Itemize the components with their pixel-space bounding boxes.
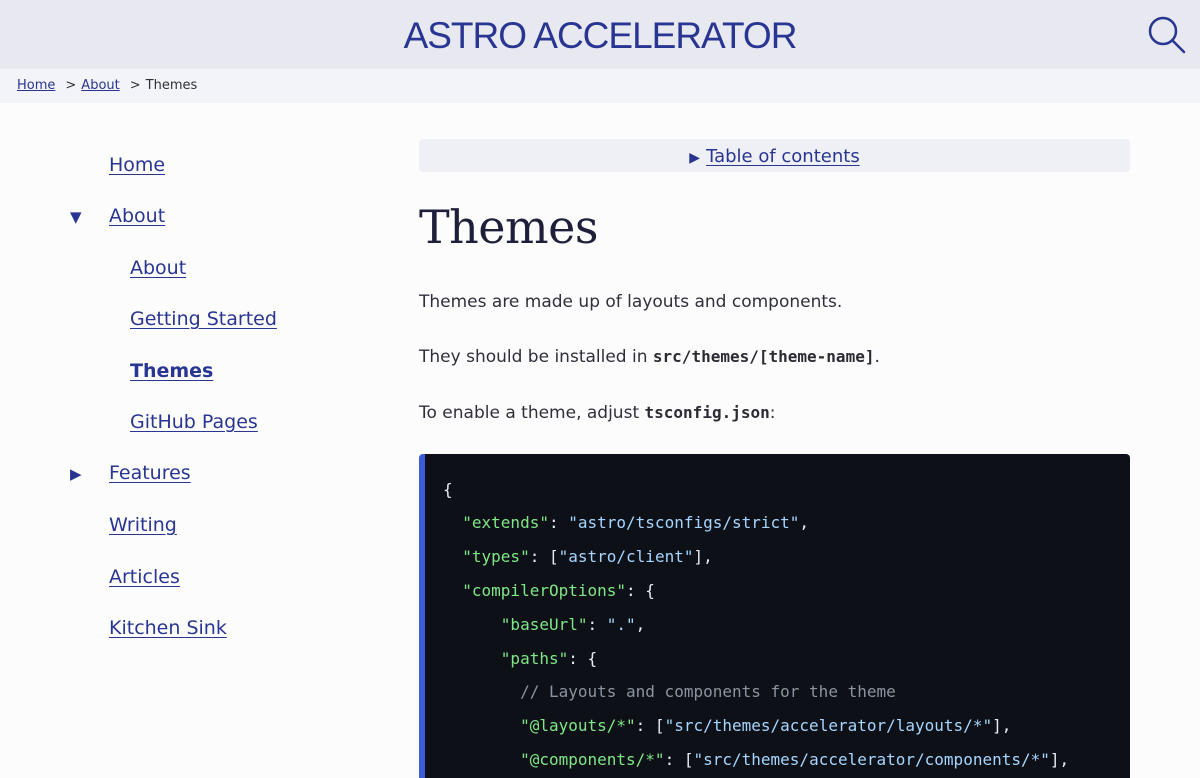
inline-code-file: tsconfig.json (644, 403, 770, 422)
sidebar-item-writing[interactable]: Writing (109, 514, 177, 536)
paragraph-enable: To enable a theme, adjust tsconfig.json: (419, 403, 775, 423)
sidebar-item-features[interactable]: Features (109, 462, 191, 484)
code-line: "compilerOptions": { (462, 581, 655, 600)
code-key: "types" (462, 547, 530, 566)
paragraph-text: To enable a theme, adjust (419, 403, 645, 423)
breadcrumb-separator: > (65, 78, 77, 93)
page-title: Themes (419, 200, 598, 254)
code-string: "astro/tsconfigs/strict" (568, 513, 800, 532)
code-key: "compilerOptions" (462, 581, 627, 600)
code-comment: // Layouts and components for the theme (520, 682, 896, 701)
breadcrumb-separator: > (129, 78, 141, 93)
code-block: { "extends": "astro/tsconfigs/strict", "… (419, 454, 1130, 778)
sidebar-item-about[interactable]: About (109, 205, 165, 227)
collapse-toggle-icon[interactable]: ▶ (70, 465, 82, 483)
code-key: "@components/*" (520, 750, 665, 769)
sidebar-subitem-github-pages[interactable]: GitHub Pages (130, 411, 258, 433)
code-key: "paths" (500, 649, 569, 668)
code-line: "@layouts/*": ["src/themes/accelerator/l… (520, 716, 1012, 735)
code-line: "baseUrl": ".", (500, 615, 646, 634)
breadcrumb-current: Themes (145, 78, 198, 93)
sidebar-item-kitchen-sink[interactable]: Kitchen Sink (109, 617, 227, 639)
paragraph-text: They should be installed in (419, 347, 653, 367)
code-line: "paths": { (500, 649, 598, 668)
paragraph-end: : (769, 403, 776, 423)
code-line: "extends": "astro/tsconfigs/strict", (462, 513, 810, 532)
disclosure-triangle-icon: ▶ (689, 150, 701, 166)
toc-summary-label[interactable]: Table of contents (706, 146, 860, 167)
paragraph-intro: Themes are made up of layouts and compon… (419, 292, 843, 312)
code-string: "." (606, 615, 636, 634)
code-line: // Layouts and components for the theme (443, 682, 896, 701)
paragraph-install: They should be installed in src/themes/[… (419, 347, 880, 367)
sidebar-subitem-about[interactable]: About (130, 257, 186, 279)
breadcrumb-home[interactable]: Home (17, 78, 55, 93)
code-line: "@components/*": ["src/themes/accelerato… (520, 750, 1070, 769)
code-key: "@layouts/*" (520, 716, 636, 735)
search-icon[interactable] (1146, 14, 1188, 56)
paragraph-end: . (874, 347, 880, 367)
code-line: { (443, 480, 453, 499)
code-string: "src/themes/accelerator/layouts/*" (664, 716, 993, 735)
code-string: "astro/client" (558, 547, 694, 566)
breadcrumb: Home > About > Themes (0, 69, 1200, 103)
table-of-contents[interactable]: ▶ Table of contents (419, 139, 1130, 172)
code-key: "baseUrl" (500, 615, 588, 634)
sidebar-item-home[interactable]: Home (109, 154, 165, 176)
breadcrumb-about[interactable]: About (81, 78, 119, 93)
sidebar-item-articles[interactable]: Articles (109, 566, 180, 588)
code-line: "types": ["astro/client"], (462, 547, 713, 566)
sidebar-subitem-getting-started[interactable]: Getting Started (130, 308, 277, 330)
site-title[interactable]: ASTRO ACCELERATOR (0, 0, 1200, 69)
sidebar-subitem-themes[interactable]: Themes (130, 360, 213, 382)
code-string: "src/themes/accelerator/components/*" (693, 750, 1050, 769)
site-header: ASTRO ACCELERATOR (0, 0, 1200, 69)
code-key: "extends" (462, 513, 549, 532)
inline-code-path: src/themes/[theme-name] (652, 347, 875, 366)
expand-toggle-icon[interactable]: ▼ (70, 208, 82, 226)
